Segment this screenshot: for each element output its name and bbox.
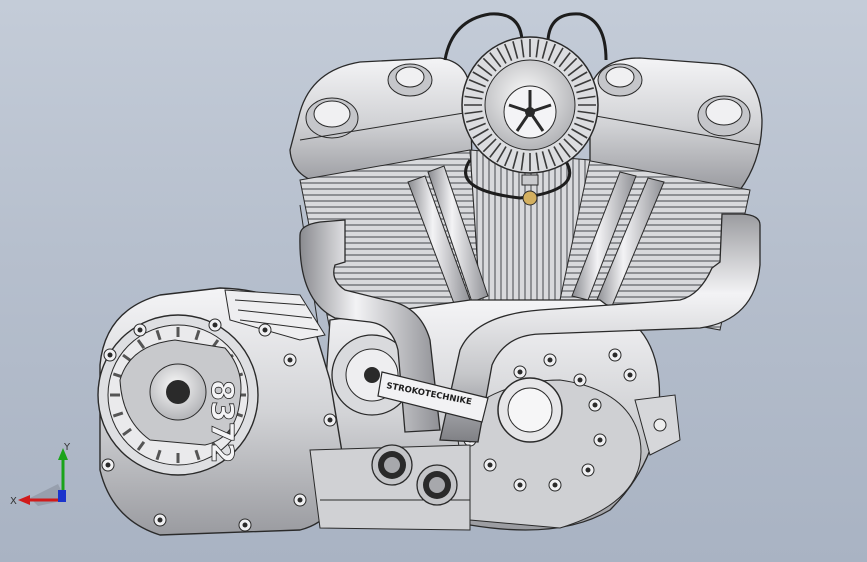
bolt-socket bbox=[592, 402, 598, 408]
bolt-socket bbox=[105, 462, 111, 468]
primary-cover[interactable]: 8372 bbox=[97, 287, 346, 536]
bolt-socket bbox=[487, 462, 493, 468]
bolt-socket bbox=[627, 372, 633, 378]
engine-number-label: 8372 bbox=[204, 380, 239, 464]
bolt-socket bbox=[517, 482, 523, 488]
z-axis-mark bbox=[58, 490, 66, 502]
bolt-socket bbox=[327, 417, 333, 423]
axis-triad: Y X bbox=[10, 442, 71, 507]
x-axis-label: X bbox=[10, 496, 17, 507]
bolt-socket bbox=[297, 497, 303, 503]
bolt-socket bbox=[577, 377, 583, 383]
bolt-socket bbox=[547, 357, 553, 363]
bolt-socket bbox=[517, 369, 523, 375]
bolt-socket bbox=[242, 522, 248, 528]
bolt-socket bbox=[552, 482, 558, 488]
bolt-socket bbox=[262, 327, 268, 333]
fuel-fitting bbox=[522, 190, 538, 206]
bolt-socket bbox=[107, 352, 113, 358]
bolt-socket bbox=[157, 517, 163, 523]
bolt-socket bbox=[137, 327, 143, 333]
graphics-viewport[interactable]: 8372 STROKOTECHNIKE Y X bbox=[0, 0, 867, 562]
bolt-socket bbox=[612, 352, 618, 358]
y-axis-label: Y bbox=[63, 442, 71, 453]
bolt-socket bbox=[287, 357, 293, 363]
bolt-socket bbox=[585, 467, 591, 473]
bolt-socket bbox=[597, 437, 603, 443]
engine-model[interactable]: 8372 STROKOTECHNIKE bbox=[0, 0, 867, 562]
bolt-socket bbox=[212, 322, 218, 328]
